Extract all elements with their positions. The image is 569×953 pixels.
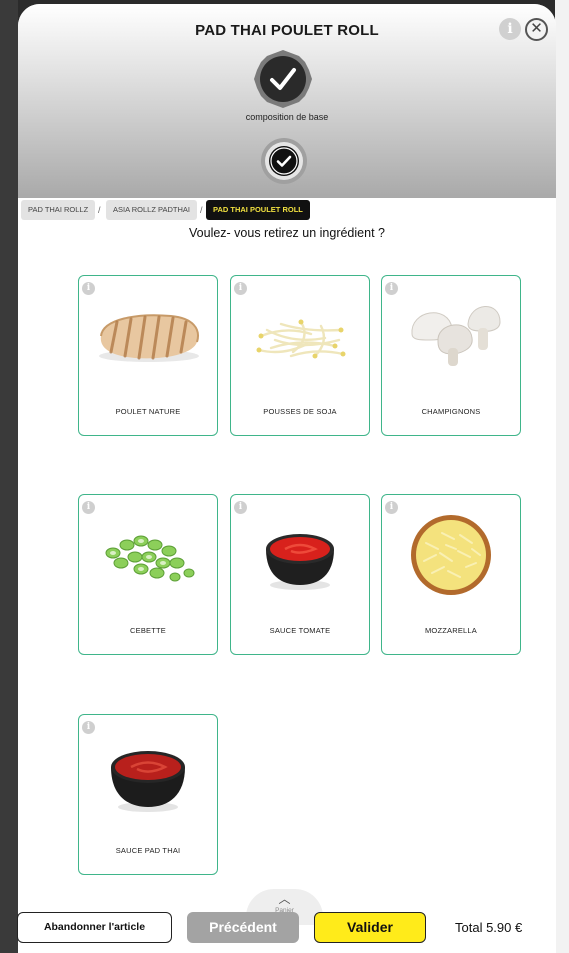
ingredient-label: MOZZARELLA <box>424 626 477 635</box>
ingredient-card-poulet[interactable]: i POULET NATURE <box>78 275 218 436</box>
product-modal: PAD THAI POULET ROLL i ✕ composition de … <box>18 4 556 953</box>
breadcrumb-item-1[interactable]: PAD THAI ROLLZ <box>21 200 96 220</box>
abandon-item-button[interactable]: Abandonner l'article <box>17 912 172 943</box>
mozzarella-bowl-image <box>411 515 491 595</box>
total-price: Total 5.90 € <box>455 920 523 935</box>
ingredient-label: SAUCE PAD THAI <box>115 846 181 855</box>
ingredient-label: CEBETTE <box>130 626 166 635</box>
product-title: PAD THAI POULET ROLL <box>195 22 379 39</box>
spring-onion-image <box>105 535 195 582</box>
background-left <box>0 0 18 953</box>
question-text: Voulez- vous retirez un ingrédient ? <box>189 226 385 240</box>
ingredient-card-soja[interactable]: i POUSSES DE SOJA <box>230 275 370 436</box>
ingredient-card-cebette[interactable]: i CEBETTE <box>78 494 218 655</box>
step-completed-icon[interactable] <box>253 49 313 109</box>
ingredient-card-mozzarella[interactable]: i MOZZARELLA <box>381 494 521 655</box>
ingredient-label: POUSSES DE SOJA <box>263 407 337 416</box>
background-right <box>555 0 569 953</box>
ingredient-label: SAUCE TOMATE <box>269 626 331 635</box>
close-icon[interactable]: ✕ <box>525 18 548 41</box>
previous-button[interactable]: Précédent <box>187 912 299 943</box>
tomato-sauce-bowl-image <box>266 534 334 590</box>
mushrooms-image <box>411 306 501 366</box>
ingredient-card-champignons[interactable]: i CHAMPIGNONS <box>381 275 521 436</box>
info-icon[interactable]: i <box>499 18 521 40</box>
ingredient-card-sauce-tomate[interactable]: i SAUCE TOMATE <box>230 494 370 655</box>
breadcrumb-separator: / <box>200 205 203 215</box>
breadcrumb-separator: / <box>98 205 101 215</box>
validate-button[interactable]: Valider <box>314 912 426 943</box>
chicken-image <box>99 314 199 362</box>
modal-header: PAD THAI POULET ROLL i ✕ composition de … <box>18 4 556 198</box>
ingredient-label: CHAMPIGNONS <box>421 407 481 416</box>
breadcrumb-item-current: PAD THAI POULET ROLL <box>206 200 310 220</box>
ingredient-label: POULET NATURE <box>115 407 181 416</box>
chevron-up-icon: ︿ <box>278 892 291 906</box>
step-label: composition de base <box>245 112 329 122</box>
pad-thai-sauce-bowl-image <box>111 751 185 812</box>
ingredient-card-sauce-pad-thai[interactable]: i SAUCE PAD THAI <box>78 714 218 875</box>
bean-sprouts-image <box>256 319 346 359</box>
breadcrumb-item-2[interactable]: ASIA ROLLZ PADTHAI <box>106 200 197 220</box>
step-current-icon[interactable] <box>260 137 308 185</box>
